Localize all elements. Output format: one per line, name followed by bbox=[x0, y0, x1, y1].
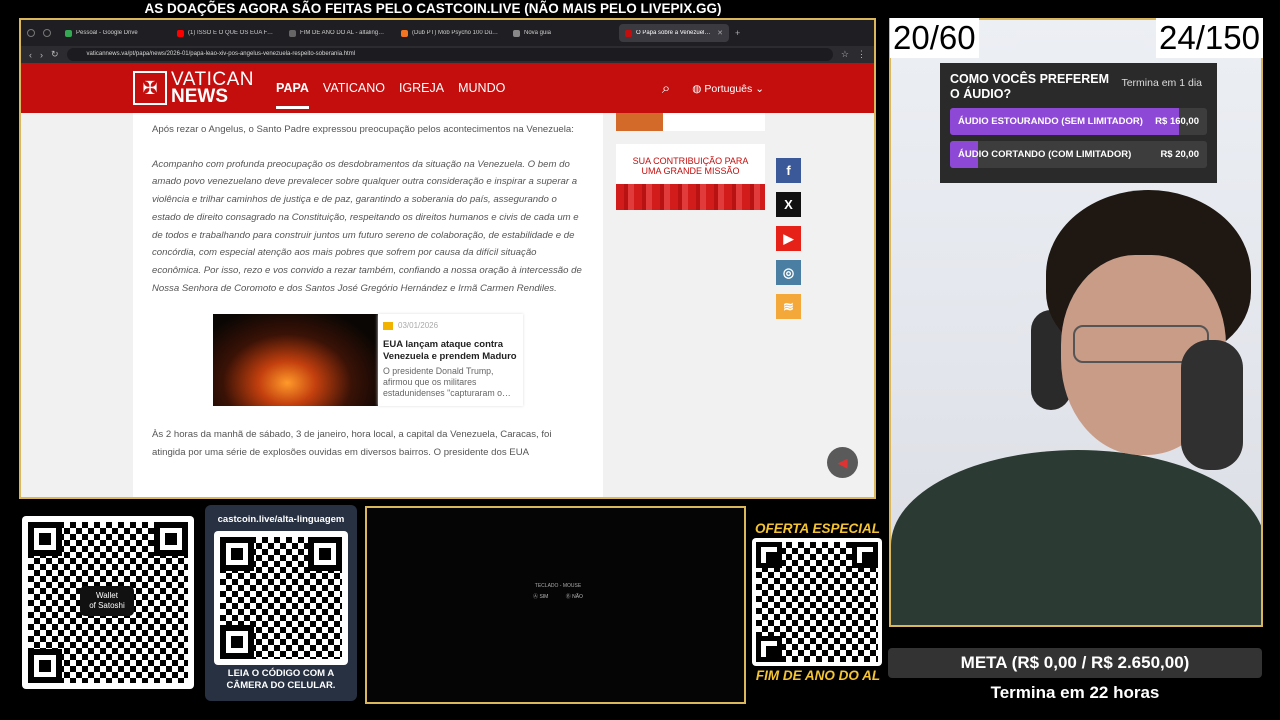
contribution-banner[interactable]: SUA CONTRIBUIÇÃO PARA UMA GRANDE MISSÃO bbox=[616, 144, 765, 210]
x-icon[interactable]: X bbox=[776, 192, 801, 217]
site-logo[interactable]: ✠ VATICAN NEWS bbox=[133, 70, 254, 106]
bookmark-icon[interactable]: ☆ bbox=[841, 49, 849, 60]
chevron-down-icon: ⌄ bbox=[755, 82, 764, 95]
tab-bar: Pessoal - Google Drive (1) ISSO É O QUE … bbox=[21, 20, 874, 46]
browser-tab[interactable]: Nova guia bbox=[507, 24, 617, 42]
castcoin-qr-code bbox=[214, 531, 348, 665]
close-tab-icon[interactable]: ✕ bbox=[717, 29, 723, 37]
calendar-icon bbox=[383, 322, 393, 331]
language-selector[interactable]: ◍ Português ⌄ bbox=[692, 83, 764, 95]
no-button[interactable]: Ⓑ NÃO bbox=[566, 593, 583, 600]
browser-capture: Pessoal - Google Drive (1) ISSO É O QUE … bbox=[19, 18, 876, 499]
browser-tab[interactable]: (1) ISSO É O QUE OS EUA FARÃO CO… bbox=[171, 24, 281, 42]
window-menu-icon[interactable] bbox=[27, 29, 35, 37]
donation-banner: AS DOAÇÕES AGORA SÃO FEITAS PELO CASTCOI… bbox=[144, 1, 722, 16]
browser-tab[interactable]: (Dub PT) Mob Psycho 100 Dúvidas d… bbox=[395, 24, 505, 42]
tab-favicon-icon bbox=[513, 29, 520, 37]
goal-timer: Termina em 22 horas bbox=[990, 683, 1160, 702]
globe-icon: ◍ bbox=[692, 82, 702, 95]
nav-item-igreja[interactable]: IGREJA bbox=[399, 67, 444, 109]
social-links: f X ▶ ◎ ≋ bbox=[776, 158, 801, 319]
nav-item-vaticano[interactable]: VATICANO bbox=[323, 67, 385, 109]
streamer-body bbox=[891, 450, 1261, 625]
audio-poll: COMO VOCÊS PREFEREM O ÁUDIO? Termina em … bbox=[940, 63, 1217, 183]
back-icon[interactable]: ‹ bbox=[29, 50, 32, 60]
rss-icon[interactable]: ≋ bbox=[776, 294, 801, 319]
offer-subtitle: FIM DE ANO DO AL bbox=[755, 668, 881, 683]
donation-goal: META (R$ 0,00 / R$ 2.650,00) bbox=[888, 648, 1262, 678]
extensions-icon[interactable]: ⋮ bbox=[857, 49, 866, 60]
reload-icon[interactable]: ↻ bbox=[51, 49, 59, 60]
yes-button[interactable]: Ⓐ SIM bbox=[533, 593, 548, 600]
related-article-card[interactable]: 03/01/2026 EUA lançam ataque contra Vene… bbox=[213, 314, 523, 407]
tab-favicon-icon bbox=[177, 29, 184, 37]
article-intro: Após rezar o Angelus, o Santo Padre expr… bbox=[152, 124, 574, 135]
poll-question: COMO VOCÊS PREFEREM O ÁUDIO? bbox=[950, 72, 1110, 101]
vatican-emblem-icon: ✠ bbox=[133, 71, 167, 105]
related-article-summary: O presidente Donald Trump, afirmou que o… bbox=[383, 366, 511, 399]
article-content: Após rezar o Angelus, o Santo Padre expr… bbox=[133, 113, 603, 497]
article-quote: Acompanho com profunda preocupação os de… bbox=[152, 158, 582, 294]
stream-overlay: AS DOAÇÕES AGORA SÃO FEITAS PELO CASTCOI… bbox=[0, 0, 1280, 720]
castcoin-qr-panel: castcoin.live/alta-linguagem LEIA O CÓDI… bbox=[205, 505, 357, 701]
tab-search-icon[interactable] bbox=[43, 29, 51, 37]
site-header: ✠ VATICAN NEWS PAPA VATICANO IGREJA MUND… bbox=[21, 63, 874, 113]
poll-option: ÁUDIO ESTOURANDO (SEM LIMITADOR) R$ 160,… bbox=[950, 108, 1207, 135]
sidebar-banner[interactable] bbox=[616, 113, 765, 131]
instagram-icon[interactable]: ◎ bbox=[776, 260, 801, 285]
new-tab-icon[interactable]: + bbox=[735, 28, 740, 38]
speaker-icon: ◀ bbox=[837, 454, 848, 470]
tab-favicon-icon bbox=[289, 29, 296, 37]
counter-right: 24/150 bbox=[1156, 18, 1263, 58]
audio-player-button[interactable]: ◀ bbox=[827, 447, 858, 478]
article-paragraph: Às 2 horas da manhã de sábado, 3 de jane… bbox=[152, 429, 552, 459]
browser-tab-active[interactable]: O Papa sobre a Venezuela: suges…✕ bbox=[619, 24, 729, 42]
castcoin-url: castcoin.live/alta-linguagem bbox=[217, 514, 345, 525]
input-dialog: TECLADO - MOUSE Ⓐ SIM Ⓑ NÃO bbox=[533, 583, 583, 600]
headset-earcup bbox=[1181, 340, 1243, 470]
url-field[interactable]: vaticannews.va/pt/papa/news/2026-01/papa… bbox=[66, 48, 833, 61]
offer-qr-code bbox=[752, 538, 882, 666]
wallet-of-satoshi-logo: Wallet of Satoshi bbox=[80, 586, 134, 616]
page-body: Após rezar o Angelus, o Santo Padre expr… bbox=[21, 113, 874, 497]
related-article-title[interactable]: EUA lançam ataque contra Venezuela e pre… bbox=[383, 339, 518, 363]
tab-favicon-icon bbox=[65, 29, 72, 37]
sidebar: SUA CONTRIBUIÇÃO PARA UMA GRANDE MISSÃO bbox=[616, 113, 765, 210]
site-nav: PAPA VATICANO IGREJA MUNDO bbox=[276, 67, 505, 109]
poll-timer: Termina em 1 dia bbox=[1121, 77, 1202, 89]
search-icon[interactable]: ⌕ bbox=[662, 80, 670, 97]
youtube-icon[interactable]: ▶ bbox=[776, 226, 801, 251]
city-skyline-illustration bbox=[616, 184, 765, 210]
nav-item-papa[interactable]: PAPA bbox=[276, 67, 309, 109]
address-bar: ‹ › ↻ vaticannews.va/pt/papa/news/2026-0… bbox=[21, 46, 874, 63]
tab-favicon-icon bbox=[625, 29, 632, 37]
forward-icon[interactable]: › bbox=[40, 50, 43, 60]
browser-tab[interactable]: Pessoal - Google Drive bbox=[59, 24, 169, 42]
tab-favicon-icon bbox=[401, 29, 408, 37]
facebook-icon[interactable]: f bbox=[776, 158, 801, 183]
wallet-qr-code: Wallet of Satoshi bbox=[22, 516, 194, 689]
qr-caption: LEIA O CÓDIGO COM A CÂMERA DO CELULAR. bbox=[226, 668, 336, 691]
counter-left: 20/60 bbox=[890, 18, 979, 58]
browser-tab[interactable]: FIM DE ANO DO AL - altalinguagem bbox=[283, 24, 393, 42]
nav-item-mundo[interactable]: MUNDO bbox=[458, 67, 505, 109]
poll-option: ÁUDIO CORTANDO (COM LIMITADOR) R$ 20,00 bbox=[950, 141, 1207, 168]
related-article-image[interactable] bbox=[213, 314, 378, 407]
offer-title: OFERTA ESPECIAL bbox=[755, 521, 881, 536]
game-capture: TECLADO - MOUSE Ⓐ SIM Ⓑ NÃO bbox=[365, 506, 746, 704]
